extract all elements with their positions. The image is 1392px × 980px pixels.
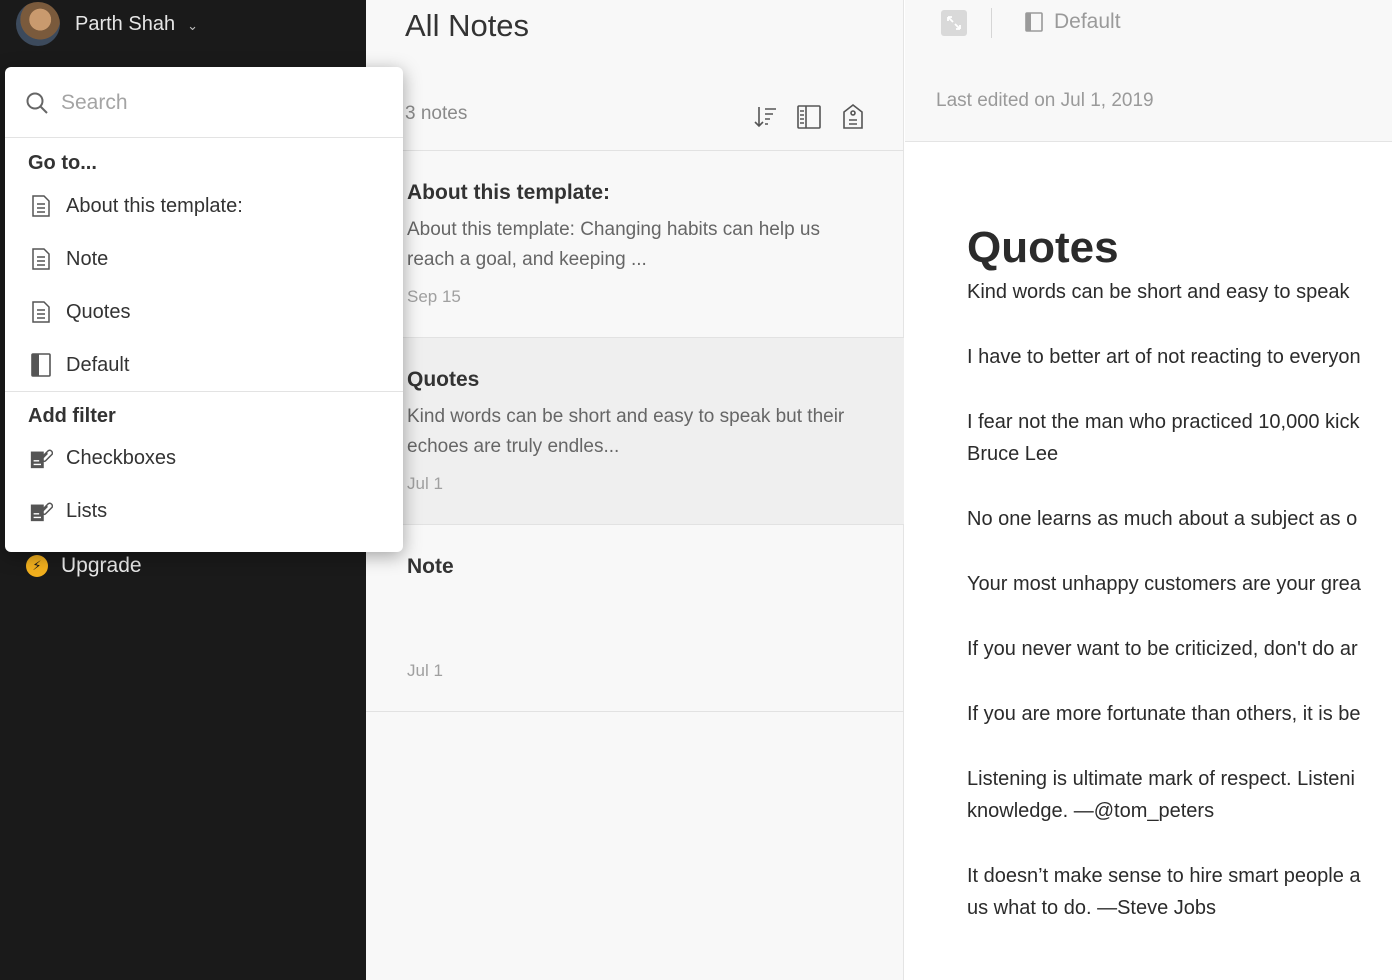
filter-heading: Add filter xyxy=(28,405,116,427)
note-paragraph: Kind words can be short and easy to spea… xyxy=(967,276,1392,308)
note-paragraph-line: Your most unhappy customers are your gre… xyxy=(967,573,1361,595)
search-icon xyxy=(25,91,49,120)
goto-item-label: Note xyxy=(66,247,109,270)
note-title: Quotes xyxy=(407,368,480,391)
chevron-down-icon: ⌄ xyxy=(187,18,198,33)
filter-item-label: Checkboxes xyxy=(66,446,177,469)
page-title: All Notes xyxy=(405,8,530,43)
note-paragraph-line: It doesn’t make sense to hire smart peop… xyxy=(967,865,1361,887)
tag-filter-icon[interactable] xyxy=(840,103,866,131)
note-list-panel: All Notes 3 notes About this template: A… xyxy=(366,0,904,980)
note-paragraph: Your most unhappy customers are your gre… xyxy=(967,568,1392,600)
note-date: Jul 1 xyxy=(407,474,443,493)
note-title: About this template: xyxy=(407,181,610,204)
filter-item[interactable]: Lists xyxy=(5,487,403,535)
editor-header: Default Last edited on Jul 1, 2019 xyxy=(905,0,1392,142)
note-paragraph: If you never want to be criticized, don'… xyxy=(967,633,1392,665)
last-edited: Last edited on Jul 1, 2019 xyxy=(936,90,1154,111)
goto-item[interactable]: About this template: xyxy=(5,182,403,230)
note-date: Sep 15 xyxy=(407,287,461,306)
user-name: Parth Shah xyxy=(75,12,176,35)
note-paragraph-line: I fear not the man who practiced 10,000 … xyxy=(967,411,1360,433)
note-icon xyxy=(29,299,53,325)
notebook-icon xyxy=(1025,12,1043,37)
lightning-icon: ⚡ xyxy=(26,555,48,577)
note-paragraph: Listening is ultimate mark of respect. L… xyxy=(967,763,1392,827)
notebook-selector[interactable]: Default xyxy=(1054,10,1121,34)
search-input[interactable] xyxy=(61,85,381,121)
note-paragraph: It doesn’t make sense to hire smart peop… xyxy=(967,860,1392,924)
note-paragraph-line: Listening is ultimate mark of respect. L… xyxy=(967,768,1355,790)
notes-count: 3 notes xyxy=(405,103,468,124)
goto-item[interactable]: Default xyxy=(5,341,403,389)
note-paragraph-line: knowledge. —@tom_peters xyxy=(967,800,1215,822)
list-toolbar xyxy=(752,103,866,131)
search-bar xyxy=(5,67,403,138)
note-icon xyxy=(29,193,53,219)
goto-item-label: About this template: xyxy=(66,194,243,217)
note-paragraph: I have to better art of not reacting to … xyxy=(967,341,1392,373)
account-switcher[interactable]: Parth Shah ⌄ xyxy=(16,2,198,46)
sort-icon[interactable] xyxy=(752,103,778,131)
note-snippet xyxy=(407,589,864,649)
note-title: Note xyxy=(407,555,454,578)
note-paragraph-line: Kind words can be short and easy to spea… xyxy=(967,281,1350,303)
note-body[interactable]: Quotes Kind words can be short and easy … xyxy=(967,222,1392,924)
note-paragraph-line: If you never want to be criticized, don'… xyxy=(967,638,1358,660)
note-editor: Default Last edited on Jul 1, 2019 Quote… xyxy=(905,0,1392,980)
note-card[interactable]: Note Jul 1 xyxy=(366,525,904,712)
note-paragraph-line: I have to better art of not reacting to … xyxy=(967,346,1361,368)
goto-item-label: Default xyxy=(66,353,130,376)
divider xyxy=(5,391,403,392)
note-paragraph-line: If you are more fortunate than others, i… xyxy=(967,703,1361,725)
note-icon xyxy=(29,246,53,272)
attachment-filter-icon xyxy=(29,445,53,471)
filter-item-label: Lists xyxy=(66,499,108,522)
note-paragraphs: Kind words can be short and easy to spea… xyxy=(967,276,1392,924)
note-snippet: Kind words can be short and easy to spea… xyxy=(407,406,845,457)
note-paragraph-line: Bruce Lee xyxy=(967,443,1059,465)
note-card-selected[interactable]: Quotes Kind words can be short and easy … xyxy=(366,338,904,525)
note-paragraph-line: No one learns as much about a subject as… xyxy=(967,508,1358,530)
note-date: Jul 1 xyxy=(407,661,443,680)
note-paragraph: No one learns as much about a subject as… xyxy=(967,503,1392,535)
notebook-icon xyxy=(29,352,53,378)
goto-item[interactable]: Quotes xyxy=(5,288,403,336)
attachment-filter-icon xyxy=(29,498,53,524)
note-heading: Quotes xyxy=(967,223,1119,272)
goto-item-label: Quotes xyxy=(66,300,131,323)
upgrade-button[interactable]: ⚡ Upgrade xyxy=(26,552,142,580)
note-snippet: About this template: Changing habits can… xyxy=(407,219,820,270)
goto-item[interactable]: Note xyxy=(5,235,403,283)
view-options-icon[interactable] xyxy=(796,103,822,131)
goto-heading: Go to... xyxy=(28,152,97,174)
avatar xyxy=(16,2,60,46)
note-paragraph: If you are more fortunate than others, i… xyxy=(967,698,1392,730)
upgrade-label: Upgrade xyxy=(61,554,142,577)
note-paragraph-line: us what to do. —Steve Jobs xyxy=(967,897,1217,919)
search-dropdown: Go to... About this template: Note Quote… xyxy=(5,67,403,552)
divider xyxy=(991,8,992,38)
note-card[interactable]: About this template: About this template… xyxy=(366,151,904,338)
note-paragraph: I fear not the man who practiced 10,000 … xyxy=(967,406,1392,470)
expand-icon[interactable] xyxy=(941,10,967,36)
filter-item[interactable]: Checkboxes xyxy=(5,434,403,482)
